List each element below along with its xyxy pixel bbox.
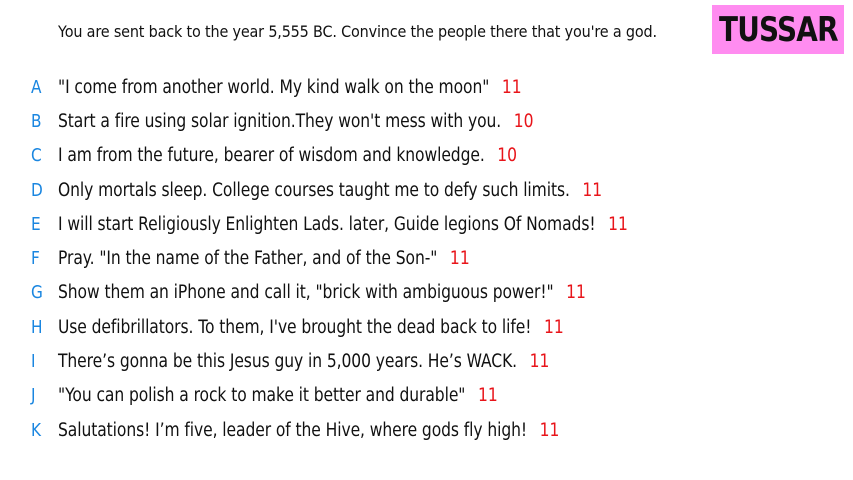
- answer-letter: F: [31, 248, 40, 270]
- answer-score: 11: [566, 282, 586, 304]
- answer-letter: A: [31, 76, 42, 98]
- answer-score: 10: [513, 110, 534, 132]
- answer-text: Only mortals sleep. College courses taug…: [58, 179, 570, 201]
- answer-row-k: K Salutations! I’m five, leader of the H…: [0, 413, 853, 447]
- answer-score: 11: [449, 248, 470, 270]
- answer-letter: J: [31, 385, 36, 407]
- answer-text: There’s gonna be this Jesus guy in 5,000…: [58, 351, 518, 373]
- answer-list: A "I come from another world. My kind wa…: [0, 70, 853, 447]
- answer-score: 11: [543, 316, 564, 338]
- answer-letter: H: [31, 316, 43, 338]
- answer-letter: D: [31, 179, 43, 201]
- answer-text: Salutations! I’m five, leader of the Hiv…: [58, 419, 528, 441]
- answer-score: 11: [608, 213, 628, 235]
- answer-score: 11: [582, 179, 603, 201]
- answer-text: "I come from another world. My kind walk…: [58, 76, 490, 98]
- answer-score: 10: [497, 145, 518, 167]
- answer-text: I will start Religiously Enlighten Lads.…: [58, 213, 596, 235]
- answer-text: Pray. "In the name of the Father, and of…: [58, 248, 438, 270]
- answer-letter: E: [31, 213, 41, 235]
- answer-letter: B: [31, 110, 42, 132]
- answer-row-a: A "I come from another world. My kind wa…: [0, 70, 853, 104]
- answer-row-g: G Show them an iPhone and call it, "bric…: [0, 276, 853, 310]
- answer-row-d: D Only mortals sleep. College courses ta…: [0, 173, 853, 207]
- answer-letter: K: [31, 419, 42, 441]
- answer-row-e: E I will start Religiously Enlighten Lad…: [0, 207, 853, 241]
- answer-row-h: H Use defibrillators. To them, I've brou…: [0, 310, 853, 344]
- prompt-text: You are sent back to the year 5,555 BC. …: [58, 22, 657, 41]
- answer-text: "You can polish a rock to make it better…: [58, 385, 466, 407]
- answer-score: 11: [477, 385, 498, 407]
- logo-badge: TUSSAR: [712, 5, 844, 54]
- answer-score: 11: [529, 351, 550, 373]
- answer-letter: C: [31, 145, 42, 167]
- answer-text: Use defibrillators. To them, I've brough…: [58, 316, 532, 338]
- logo-text: TUSSAR: [718, 9, 839, 50]
- answer-text: Show them an iPhone and call it, "brick …: [58, 282, 554, 304]
- answer-letter: I: [31, 351, 36, 373]
- answer-row-i: I There’s gonna be this Jesus guy in 5,0…: [0, 344, 853, 378]
- answer-row-f: F Pray. "In the name of the Father, and …: [0, 241, 853, 275]
- answer-row-j: J "You can polish a rock to make it bett…: [0, 379, 853, 413]
- answer-score: 11: [501, 76, 522, 98]
- answer-letter: G: [31, 282, 43, 304]
- answer-row-b: B Start a fire using solar ignition.They…: [0, 104, 853, 138]
- answer-text: Start a fire using solar ignition.They w…: [58, 110, 502, 132]
- answer-text: I am from the future, bearer of wisdom a…: [58, 145, 485, 167]
- answer-row-c: C I am from the future, bearer of wisdom…: [0, 139, 853, 173]
- answer-score: 11: [539, 419, 560, 441]
